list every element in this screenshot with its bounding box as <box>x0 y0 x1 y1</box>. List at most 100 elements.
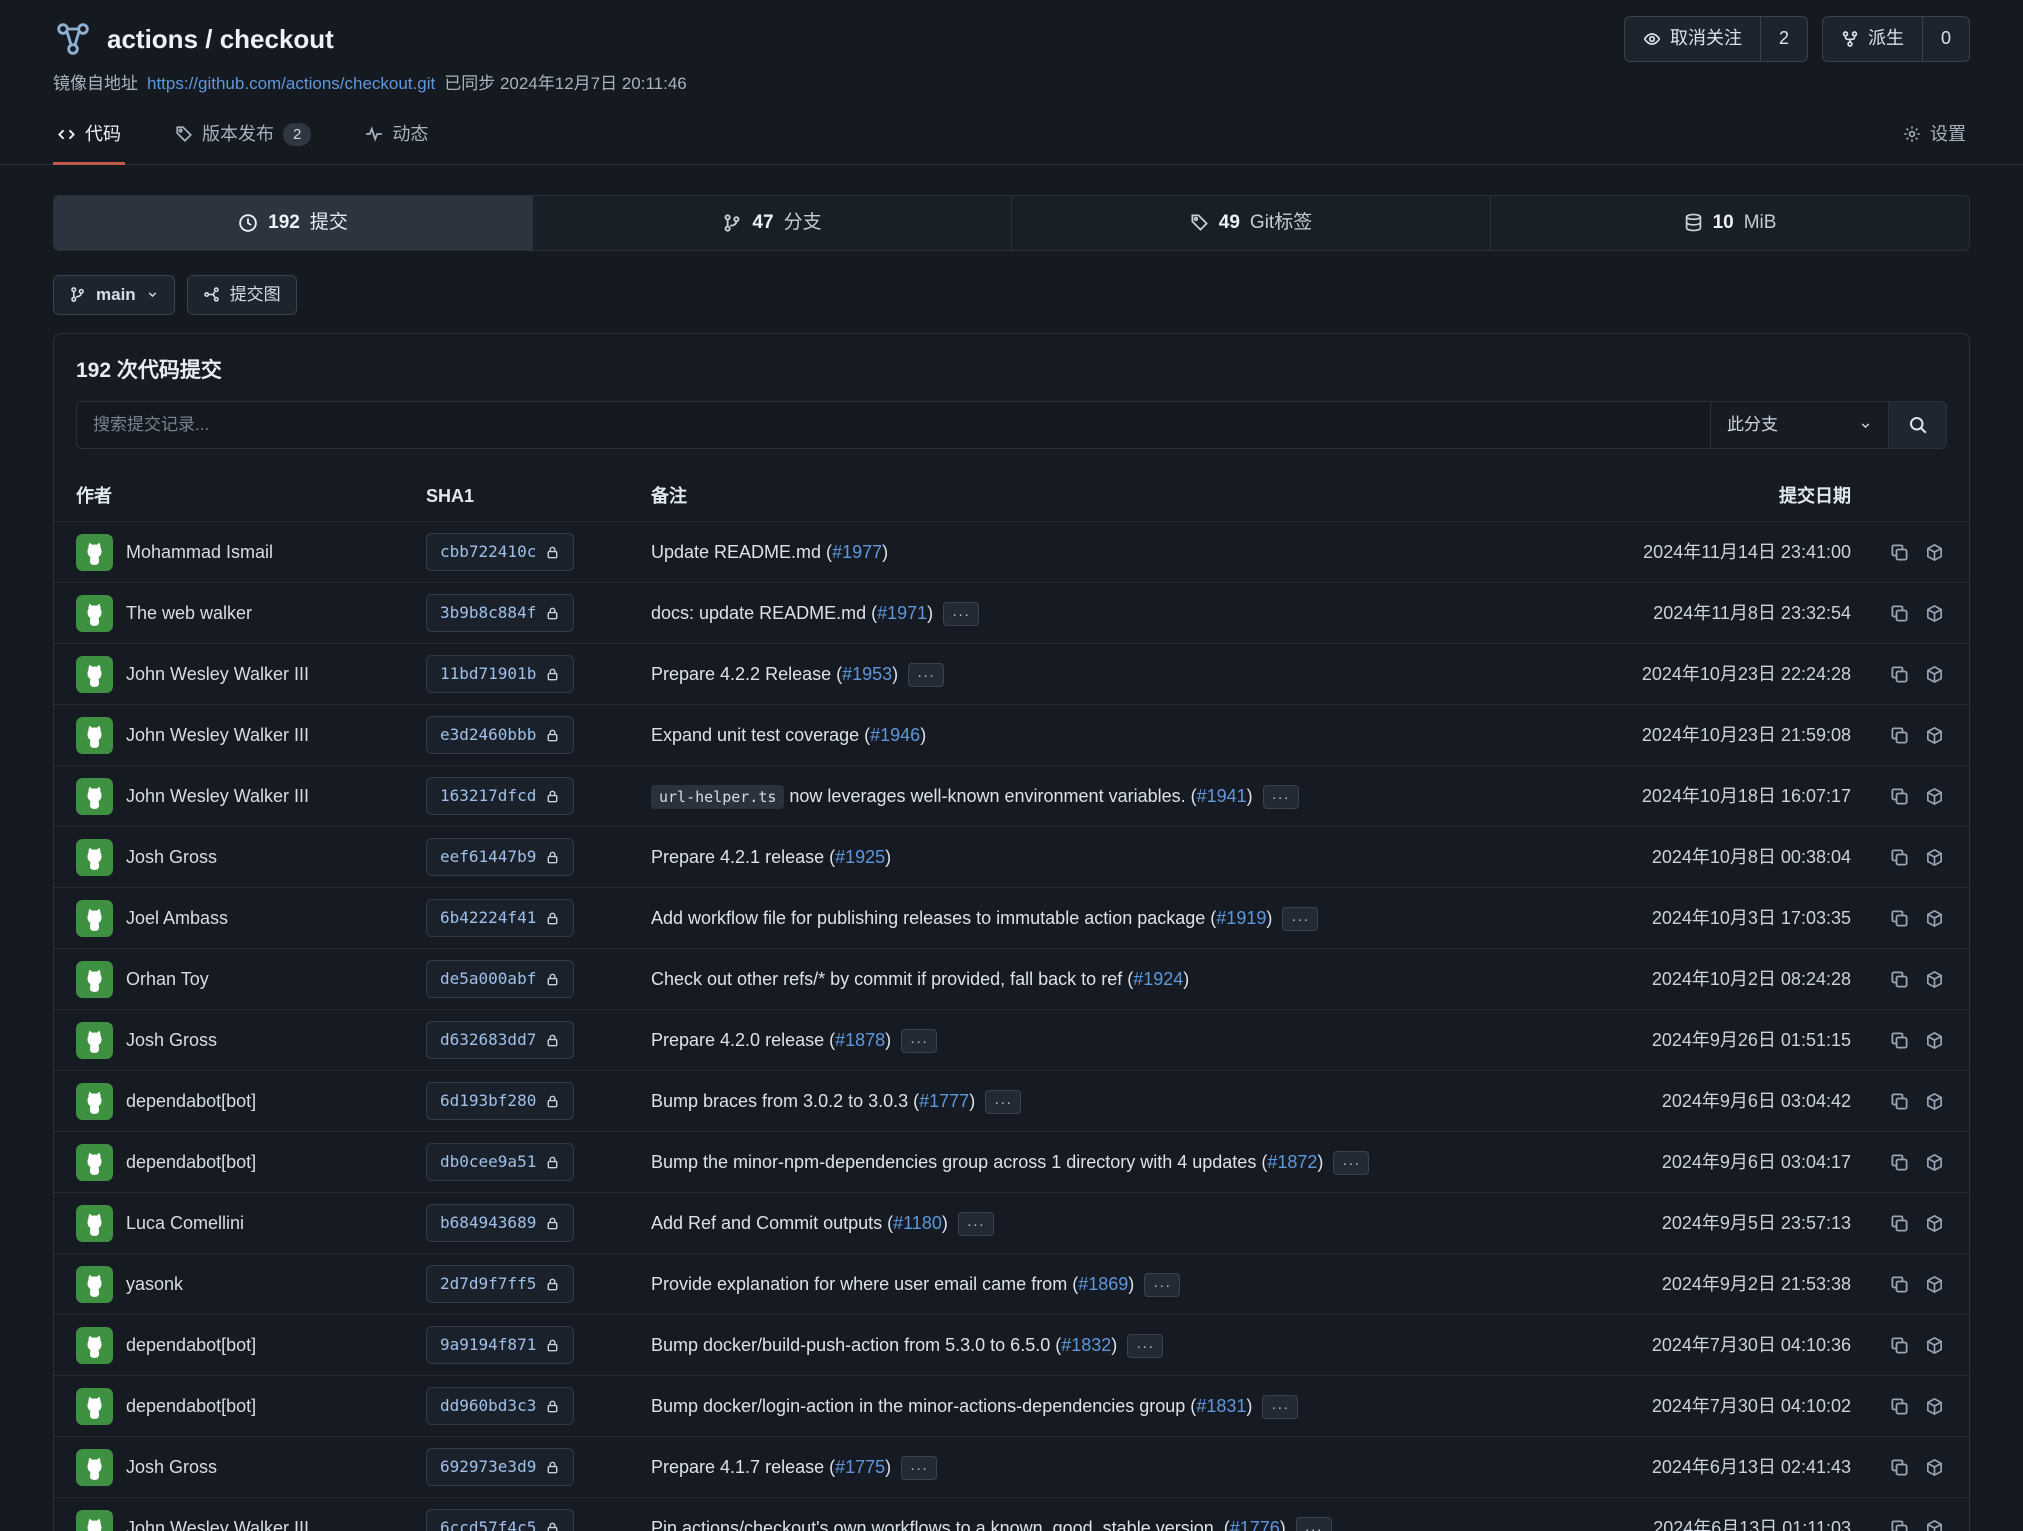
stats-branches[interactable]: 47 分支 <box>532 196 1011 250</box>
browse-source-button[interactable] <box>1922 1455 1947 1480</box>
browse-source-button[interactable] <box>1922 784 1947 809</box>
tab-code[interactable]: 代码 <box>53 110 125 165</box>
browse-source-button[interactable] <box>1922 1089 1947 1114</box>
commit-sha-button[interactable]: 11bd71901b <box>426 655 574 693</box>
unwatch-button[interactable]: 取消关注 <box>1625 17 1760 61</box>
avatar[interactable] <box>76 1327 113 1364</box>
avatar[interactable] <box>76 1449 113 1486</box>
avatar[interactable] <box>76 839 113 876</box>
branch-selector[interactable]: main <box>53 275 175 315</box>
copy-sha-button[interactable] <box>1887 540 1912 565</box>
commit-sha-button[interactable]: db0cee9a51 <box>426 1143 574 1181</box>
stats-size[interactable]: 10 MiB <box>1490 196 1969 250</box>
issue-link[interactable]: #1941 <box>1197 786 1247 806</box>
watchers-count[interactable]: 2 <box>1760 17 1807 61</box>
commit-sha-button[interactable]: 3b9b8c884f <box>426 594 574 632</box>
more-button[interactable]: ··· <box>943 602 979 626</box>
avatar[interactable] <box>76 1205 113 1242</box>
fork-button[interactable]: 派生 <box>1823 17 1922 61</box>
avatar[interactable] <box>76 656 113 693</box>
more-button[interactable]: ··· <box>1144 1273 1180 1297</box>
browse-source-button[interactable] <box>1922 967 1947 992</box>
issue-link[interactable]: #1924 <box>1133 969 1183 989</box>
commit-author[interactable]: John Wesley Walker III <box>76 1510 426 1531</box>
avatar[interactable] <box>76 717 113 754</box>
search-button[interactable] <box>1889 401 1947 449</box>
commit-author[interactable]: yasonk <box>76 1266 426 1303</box>
issue-link[interactable]: #1180 <box>893 1213 942 1233</box>
commit-author[interactable]: dependabot[bot] <box>76 1083 426 1120</box>
commit-author[interactable]: John Wesley Walker III <box>76 656 426 693</box>
browse-source-button[interactable] <box>1922 723 1947 748</box>
commit-sha-button[interactable]: d632683dd7 <box>426 1021 574 1059</box>
copy-sha-button[interactable] <box>1887 662 1912 687</box>
copy-sha-button[interactable] <box>1887 906 1912 931</box>
forks-count[interactable]: 0 <box>1922 17 1969 61</box>
more-button[interactable]: ··· <box>1296 1517 1332 1531</box>
browse-source-button[interactable] <box>1922 845 1947 870</box>
commit-author[interactable]: Josh Gross <box>76 1449 426 1486</box>
browse-source-button[interactable] <box>1922 540 1947 565</box>
browse-source-button[interactable] <box>1922 1211 1947 1236</box>
browse-source-button[interactable] <box>1922 1028 1947 1053</box>
tab-releases[interactable]: 版本发布 2 <box>171 110 315 165</box>
avatar[interactable] <box>76 595 113 632</box>
copy-sha-button[interactable] <box>1887 1516 1912 1531</box>
issue-link[interactable]: #1831 <box>1196 1396 1246 1416</box>
commit-search-input[interactable] <box>76 401 1711 449</box>
issue-link[interactable]: #1777 <box>919 1091 969 1111</box>
commit-author[interactable]: Josh Gross <box>76 839 426 876</box>
commit-sha-button[interactable]: de5a000abf <box>426 960 574 998</box>
issue-link[interactable]: #1919 <box>1216 908 1266 928</box>
browse-source-button[interactable] <box>1922 1150 1947 1175</box>
commit-sha-button[interactable]: 6d193bf280 <box>426 1082 574 1120</box>
avatar[interactable] <box>76 900 113 937</box>
commit-sha-button[interactable]: 163217dfcd <box>426 777 574 815</box>
copy-sha-button[interactable] <box>1887 845 1912 870</box>
commit-sha-button[interactable]: dd960bd3c3 <box>426 1387 574 1425</box>
more-button[interactable]: ··· <box>1263 785 1299 809</box>
commit-sha-button[interactable]: b684943689 <box>426 1204 574 1242</box>
more-button[interactable]: ··· <box>958 1212 994 1236</box>
commit-sha-button[interactable]: 9a9194f871 <box>426 1326 574 1364</box>
more-button[interactable]: ··· <box>1262 1395 1298 1419</box>
avatar[interactable] <box>76 1266 113 1303</box>
commit-author[interactable]: Mohammad Ismail <box>76 534 426 571</box>
issue-link[interactable]: #1946 <box>870 725 920 745</box>
issue-link[interactable]: #1925 <box>835 847 885 867</box>
commit-sha-button[interactable]: 2d7d9f7ff5 <box>426 1265 574 1303</box>
commit-author[interactable]: John Wesley Walker III <box>76 778 426 815</box>
avatar[interactable] <box>76 1510 113 1531</box>
commit-graph-button[interactable]: 提交图 <box>187 275 297 315</box>
copy-sha-button[interactable] <box>1887 1028 1912 1053</box>
commit-author[interactable]: John Wesley Walker III <box>76 717 426 754</box>
stats-tags[interactable]: 49 Git标签 <box>1011 196 1490 250</box>
issue-link[interactable]: #1872 <box>1267 1152 1317 1172</box>
copy-sha-button[interactable] <box>1887 601 1912 626</box>
commit-author[interactable]: dependabot[bot] <box>76 1327 426 1364</box>
copy-sha-button[interactable] <box>1887 1272 1912 1297</box>
tab-activity[interactable]: 动态 <box>361 110 432 165</box>
browse-source-button[interactable] <box>1922 662 1947 687</box>
copy-sha-button[interactable] <box>1887 1333 1912 1358</box>
issue-link[interactable]: #1869 <box>1078 1274 1128 1294</box>
browse-source-button[interactable] <box>1922 1516 1947 1531</box>
more-button[interactable]: ··· <box>908 663 944 687</box>
tab-settings[interactable]: 设置 <box>1899 110 1970 165</box>
avatar[interactable] <box>76 961 113 998</box>
more-button[interactable]: ··· <box>1282 907 1318 931</box>
copy-sha-button[interactable] <box>1887 1394 1912 1419</box>
copy-sha-button[interactable] <box>1887 1211 1912 1236</box>
stats-commits[interactable]: 192 提交 <box>54 196 532 250</box>
issue-link[interactable]: #1775 <box>835 1457 885 1477</box>
commit-author[interactable]: Orhan Toy <box>76 961 426 998</box>
copy-sha-button[interactable] <box>1887 1150 1912 1175</box>
branch-filter-select[interactable]: 此分支 <box>1711 401 1889 449</box>
more-button[interactable]: ··· <box>901 1456 937 1480</box>
issue-link[interactable]: #1977 <box>832 542 882 562</box>
repo-name[interactable]: actions / checkout <box>107 21 334 57</box>
issue-link[interactable]: #1971 <box>877 603 927 623</box>
commit-author[interactable]: The web walker <box>76 595 426 632</box>
more-button[interactable]: ··· <box>901 1029 937 1053</box>
issue-link[interactable]: #1832 <box>1061 1335 1111 1355</box>
